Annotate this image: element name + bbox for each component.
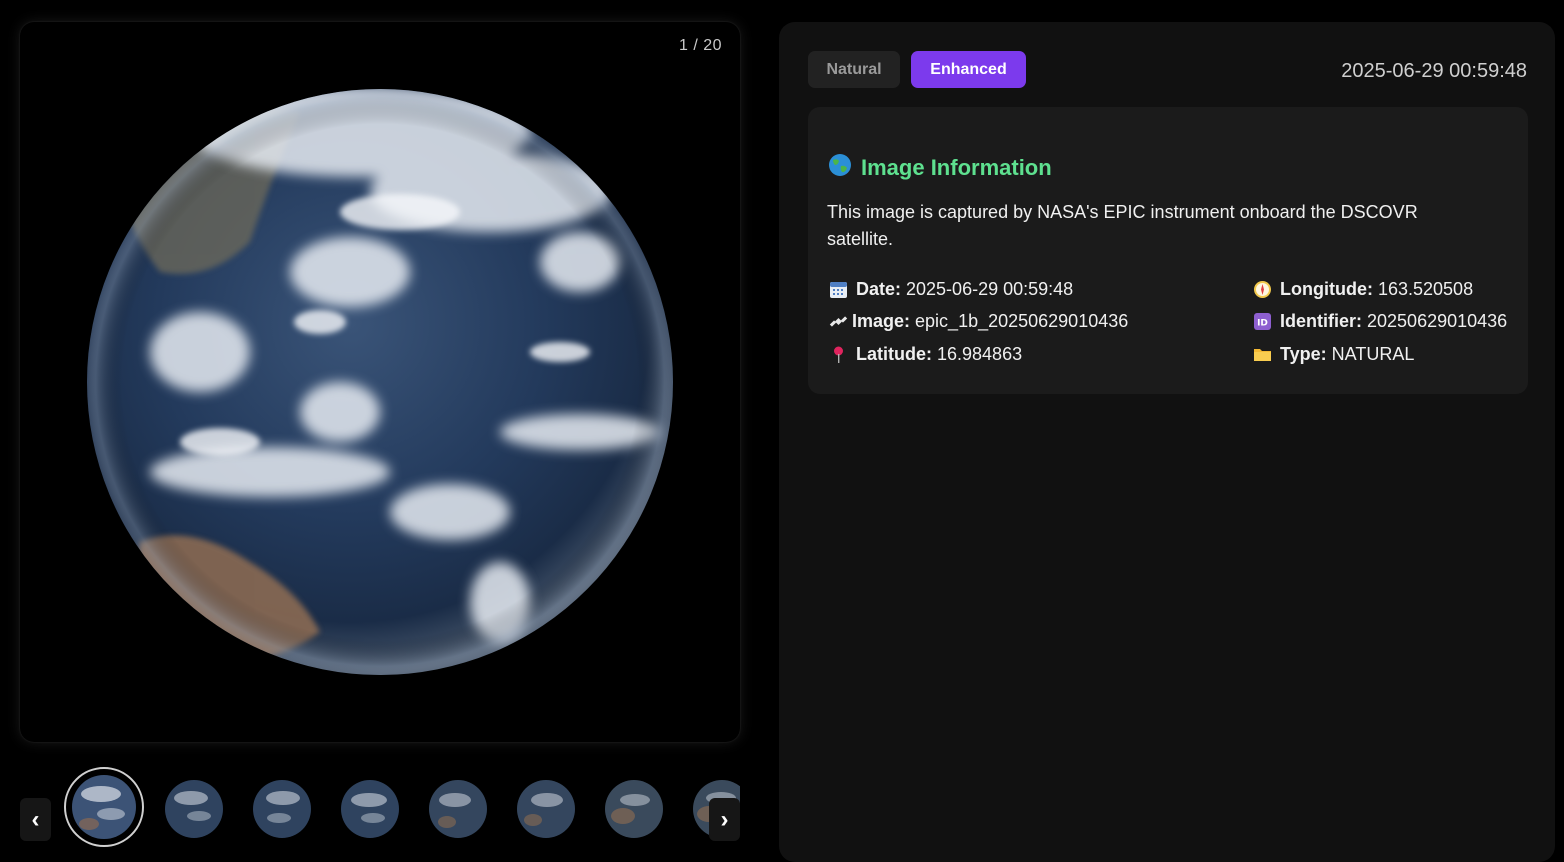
next-button[interactable]: › [709, 798, 740, 841]
earth-image [20, 22, 740, 742]
id-icon: ID [1252, 312, 1272, 332]
compass-icon [1252, 280, 1272, 300]
thumbnail-earth-image [341, 780, 399, 838]
satellite-icon [828, 312, 848, 332]
identifier-label: Identifier: [1280, 311, 1363, 331]
folder-icon [1252, 345, 1272, 365]
thumbnail-1[interactable] [64, 767, 144, 847]
thumbnail-3[interactable] [253, 780, 311, 838]
thumbnail-6[interactable] [517, 780, 575, 838]
thumbnail-earth-image [517, 780, 575, 838]
latitude-value: 16.984863 [937, 344, 1023, 364]
identifier-value: 20250629010436 [1367, 311, 1508, 331]
longitude-field: Longitude: 163.520508 [1252, 279, 1473, 300]
image-value: epic_1b_20250629010436 [915, 311, 1129, 331]
image-info-card: Image Information This image is captured… [808, 107, 1528, 394]
type-label: Type: [1280, 344, 1327, 364]
date-label: Date: [856, 279, 902, 299]
thumbnail-earth-image [72, 775, 136, 839]
calendar-icon [828, 280, 848, 300]
type-field: Type: NATURAL [1252, 344, 1414, 365]
image-field: Image: epic_1b_20250629010436 [828, 311, 1128, 332]
info-title-text: Image Information [861, 155, 1052, 180]
date-field: Date: 2025-06-29 00:59:48 [828, 279, 1073, 300]
pin-icon [828, 345, 848, 365]
type-value: NATURAL [1331, 344, 1415, 364]
enhanced-toggle-button[interactable]: Enhanced [911, 51, 1026, 88]
thumbnail-earth-image [605, 780, 663, 838]
longitude-label: Longitude: [1280, 279, 1373, 299]
image-label: Image: [852, 311, 911, 331]
svg-text:ID: ID [1257, 319, 1268, 329]
thumbnail-earth-image [165, 780, 223, 838]
identifier-field: ID Identifier: 20250629010436 [1252, 311, 1507, 332]
latitude-field: Latitude: 16.984863 [828, 344, 1022, 365]
thumbnail-earth-image [429, 780, 487, 838]
globe-icon [828, 153, 852, 183]
image-viewer: 1 / 20 [20, 22, 740, 742]
thumbnail-7[interactable] [605, 780, 663, 838]
info-title: Image Information [828, 153, 1052, 183]
thumbnail-5[interactable] [429, 780, 487, 838]
info-description: This image is captured by NASA's EPIC in… [827, 202, 1418, 249]
thumbnail-strip: ‹ › [20, 765, 740, 847]
image-timestamp: 2025-06-29 00:59:48 [1341, 60, 1527, 82]
latitude-label: Latitude: [856, 344, 932, 364]
thumbnail-earth-image [253, 780, 311, 838]
natural-toggle-button[interactable]: Natural [808, 51, 900, 88]
thumbnail-4[interactable] [341, 780, 399, 838]
date-value: 2025-06-29 00:59:48 [906, 279, 1074, 299]
prev-button[interactable]: ‹ [20, 798, 51, 841]
thumbnail-2[interactable] [165, 780, 223, 838]
info-panel: Natural Enhanced 2025-06-29 00:59:48 Ima… [779, 22, 1555, 862]
longitude-value: 163.520508 [1377, 279, 1474, 299]
image-counter: 1 / 20 [678, 37, 722, 54]
